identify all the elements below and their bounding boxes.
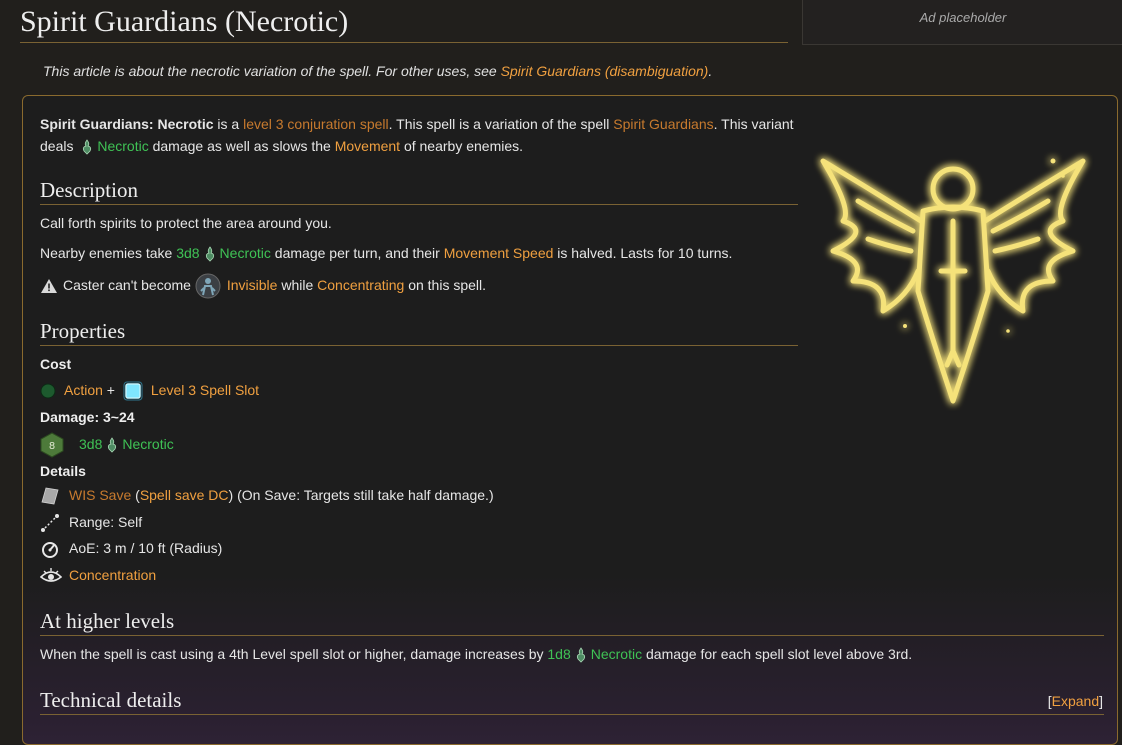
aoe-text: AoE: 3 m / 10 ft (Radius) bbox=[69, 540, 223, 556]
intro-text: is a bbox=[213, 116, 244, 132]
expand-bracket: ] bbox=[1099, 693, 1103, 709]
range-text: Range: Self bbox=[69, 514, 143, 530]
higher-levels-body: When the spell is cast using a 4th Level… bbox=[40, 646, 548, 662]
necrotic-icon bbox=[205, 246, 214, 262]
saving-throw-icon bbox=[41, 487, 59, 505]
invisible-icon bbox=[195, 273, 221, 299]
necrotic-icon bbox=[108, 437, 117, 453]
upcast-dice: 1d8 bbox=[547, 646, 571, 662]
save-text: ) (On Save: Targets still take half dama… bbox=[228, 487, 494, 503]
description-text: is halved. Lasts for 10 turns. bbox=[553, 245, 733, 261]
warning-text: while bbox=[277, 277, 318, 293]
intro-text: deals bbox=[40, 138, 78, 154]
action-icon bbox=[40, 383, 56, 399]
hatnote-text: This article is about the necrotic varia… bbox=[43, 63, 501, 79]
spirit-guardians-link[interactable]: Spirit Guardians bbox=[613, 116, 713, 132]
cost-row: Action + Level 3 Spell Slot bbox=[40, 380, 259, 401]
action-link[interactable]: Action bbox=[64, 382, 103, 398]
damage-dice: 3d8 bbox=[79, 436, 103, 452]
intro-line-1: Spirit Guardians: Necrotic is a level 3 … bbox=[40, 114, 794, 134]
cost-label: Cost bbox=[40, 356, 72, 372]
spell-infobox: Spirit Guardians: Necrotic is a level 3 … bbox=[22, 95, 1118, 745]
save-row: WIS Save (Spell save DC) (On Save: Targe… bbox=[40, 485, 494, 506]
hatnote: This article is about the necrotic varia… bbox=[43, 63, 712, 79]
higher-levels-heading: At higher levels bbox=[40, 607, 1104, 636]
damage-row: 8 3d8 Necrotic bbox=[40, 432, 174, 458]
higher-levels-body: damage for each spell slot level above 3… bbox=[642, 646, 913, 662]
intro-text: of nearby enemies. bbox=[400, 138, 524, 154]
concentration-link[interactable]: Concentration bbox=[69, 567, 156, 583]
necrotic-icon bbox=[576, 647, 585, 663]
technical-details-title: Technical details bbox=[40, 688, 182, 712]
description-heading: Description bbox=[40, 176, 798, 205]
concentration-row: Concentration bbox=[40, 565, 156, 586]
necrotic-icon bbox=[83, 139, 92, 155]
damage-dice: 3d8 bbox=[176, 245, 200, 261]
damage-label: Damage: 3~24 bbox=[40, 409, 135, 425]
movement-link[interactable]: Movement bbox=[335, 138, 400, 154]
ad-placeholder: Ad placeholder bbox=[802, 0, 1122, 45]
spell-save-dc-link[interactable]: Spell save DC bbox=[140, 487, 229, 503]
properties-heading: Properties bbox=[40, 317, 798, 346]
description-text: damage per turn, and their bbox=[270, 245, 444, 261]
movement-speed-link[interactable]: Movement Speed bbox=[444, 245, 554, 261]
intro-text: . This spell is a variation of the spell bbox=[388, 116, 614, 132]
necrotic-link[interactable]: Necrotic bbox=[220, 245, 271, 261]
necrotic-link[interactable]: Necrotic bbox=[97, 138, 148, 154]
intro-text: damage as well as slows the bbox=[148, 138, 335, 154]
spell-slot-link[interactable]: Level 3 Spell Slot bbox=[151, 382, 259, 398]
area-of-effect-icon bbox=[42, 542, 58, 559]
invisible-link[interactable]: Invisible bbox=[227, 277, 278, 293]
range-icon bbox=[41, 514, 59, 533]
description-line-1: Call forth spirits to protect the area a… bbox=[40, 215, 332, 231]
concentration-icon bbox=[40, 568, 62, 583]
technical-details-heading: Technical details bbox=[40, 686, 1104, 715]
warning-icon bbox=[41, 279, 57, 294]
aoe-row: AoE: 3 m / 10 ft (Radius) bbox=[40, 538, 222, 559]
spell-level-link[interactable]: level 3 conjuration spell bbox=[243, 116, 389, 132]
d8-icon: 8 bbox=[40, 432, 64, 458]
description-line-2: Nearby enemies take 3d8 Necrotic damage p… bbox=[40, 243, 732, 263]
necrotic-link[interactable]: Necrotic bbox=[122, 436, 173, 452]
save-text: ( bbox=[131, 487, 140, 503]
hatnote-period: . bbox=[708, 63, 713, 79]
intro-text: . This variant bbox=[713, 116, 794, 132]
expand-toggle: [Expand] bbox=[1048, 691, 1103, 711]
cost-plus: + bbox=[102, 382, 119, 398]
spell-name: Spirit Guardians: bbox=[40, 116, 158, 132]
expand-link[interactable]: Expand bbox=[1052, 693, 1099, 709]
range-row: Range: Self bbox=[40, 512, 142, 533]
concentrating-link[interactable]: Concentrating bbox=[317, 277, 404, 293]
warning-text: Caster can't become bbox=[63, 277, 195, 293]
disambiguation-link[interactable]: Spirit Guardians (disambiguation) bbox=[501, 63, 709, 79]
caster-warning: Caster can't become Invisible while Conc… bbox=[40, 272, 486, 299]
warning-text: on this spell. bbox=[404, 277, 487, 293]
description-text: Nearby enemies take bbox=[40, 245, 177, 261]
intro-line-2: deals Necrotic damage as well as slows t… bbox=[40, 136, 523, 156]
page-title: Spirit Guardians (Necrotic) bbox=[20, 2, 788, 43]
d8-face-label: 8 bbox=[49, 441, 55, 452]
spell-slot-icon bbox=[123, 381, 143, 401]
spell-variant-name: Necrotic bbox=[157, 116, 214, 132]
details-label: Details bbox=[40, 463, 86, 479]
necrotic-link[interactable]: Necrotic bbox=[591, 646, 642, 662]
spirit-guardians-icon bbox=[820, 158, 1086, 404]
higher-levels-text: When the spell is cast using a 4th Level… bbox=[40, 644, 912, 664]
wis-save-link[interactable]: WIS Save bbox=[69, 487, 131, 503]
